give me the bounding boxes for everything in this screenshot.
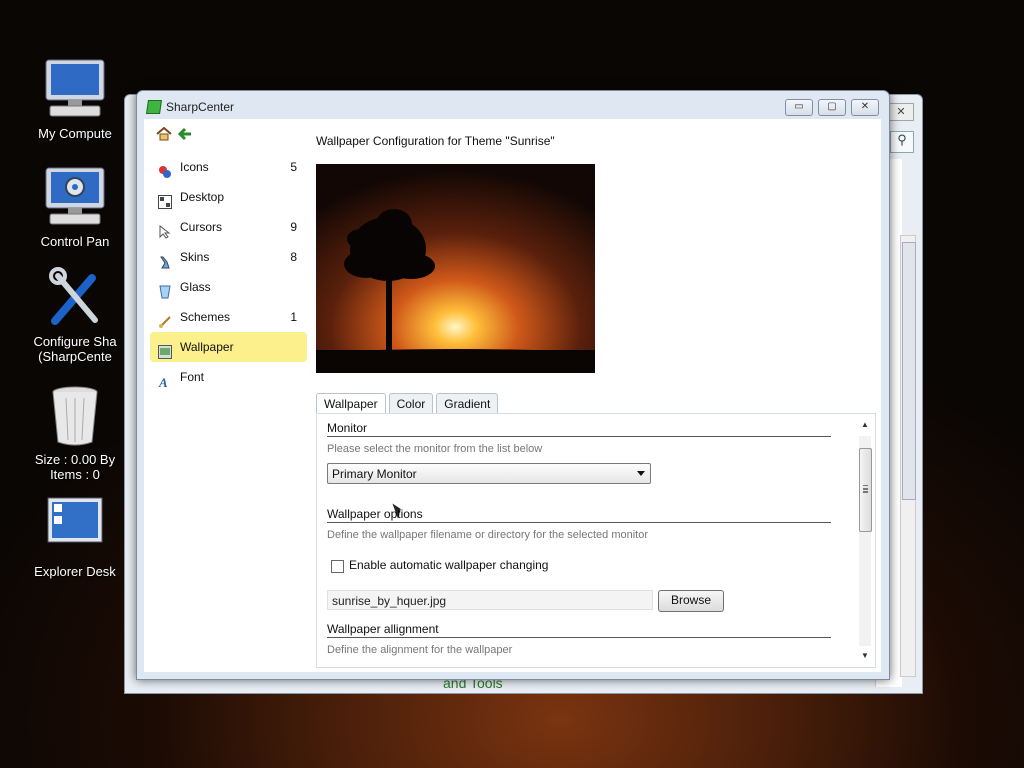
sidebar-item-skins[interactable]: Skins 8 (150, 242, 307, 272)
minimize-button[interactable]: ▭ (785, 99, 813, 116)
home-icon[interactable] (156, 126, 174, 143)
sidebar-item-label: Cursors (180, 220, 223, 234)
sharpcenter-app-icon (146, 100, 162, 114)
sidebar-item-label: Skins (180, 250, 210, 264)
monitor-section-desc: Please select the monitor from the list … (327, 443, 543, 455)
desktop-icon-recycle-bin[interactable]: Size : 0.00 By Items : 0 (20, 384, 130, 482)
font-icon: A (158, 370, 172, 390)
icons-icon (158, 160, 172, 178)
desktop-icon-explorer-desktop[interactable]: Explorer Desk (20, 496, 130, 579)
maximize-button[interactable]: ▢ (818, 99, 846, 116)
alignment-section-desc: Define the alignment for the wallpaper (327, 644, 513, 656)
auto-change-label[interactable]: Enable automatic wallpaper changing (349, 558, 548, 572)
glass-icon (158, 280, 172, 299)
desktop-icon (158, 190, 172, 209)
recycle-bin-icon (40, 384, 110, 448)
sidebar-item-icons[interactable]: Icons 5 (150, 152, 307, 182)
desktop-icon-configure-sharpcenter[interactable]: Configure Sha (SharpCente (20, 266, 130, 364)
chevron-down-icon (637, 471, 645, 476)
sidebar-item-label: Schemes (180, 310, 231, 324)
scrollbar-track[interactable] (859, 436, 872, 646)
desktop-icon-label-2: (SharpCente (38, 349, 112, 364)
background-scrollbar[interactable] (900, 235, 916, 677)
desktop-icon-label: Size : 0.00 By (34, 452, 116, 467)
sidebar-item-schemes[interactable]: Schemes 1 (150, 302, 307, 332)
monitor-select-value: Primary Monitor (332, 467, 417, 481)
monitor-select[interactable]: Primary Monitor (327, 463, 651, 484)
alignment-section-title: Wallpaper allignment (327, 622, 439, 636)
sidebar-item-glass[interactable]: Glass (150, 272, 307, 302)
search-icon[interactable]: ⚲ (890, 131, 914, 153)
title-bar[interactable]: SharpCenter ▭ ▢ ✕ (137, 91, 889, 121)
scroll-up-icon[interactable]: ▲ (861, 420, 869, 429)
section-divider (327, 436, 831, 437)
wallpaper-panel: Monitor Please select the monitor from t… (316, 413, 876, 668)
auto-change-checkbox[interactable] (331, 560, 344, 573)
wallpaper-icon (158, 340, 172, 359)
svg-text:A: A (158, 375, 168, 389)
panel-scrollbar[interactable]: ▲ ▼ (858, 420, 872, 660)
sidebar: Icons 5 Desktop Cursors 9 Skins 8 Glass (150, 152, 307, 392)
sidebar-item-label: Desktop (180, 190, 225, 204)
browse-button[interactable]: Browse (658, 590, 724, 612)
tab-color[interactable]: Color (388, 393, 434, 414)
scroll-down-icon[interactable]: ▼ (861, 651, 869, 660)
cursor-icon (158, 220, 172, 239)
tab-wallpaper[interactable]: Wallpaper (316, 393, 386, 415)
sidebar-item-desktop[interactable]: Desktop (150, 182, 307, 212)
page-title: Wallpaper Configuration for Theme "Sunri… (316, 134, 555, 148)
desktop-icon-my-computer[interactable]: My Compute (20, 58, 130, 141)
desktop-icon-label: Configure Sha (33, 334, 117, 349)
wallpaper-filename-field[interactable]: sunrise_by_hquer.jpg (327, 590, 653, 610)
sidebar-item-label: Icons (180, 160, 209, 174)
options-section-desc: Define the wallpaper filename or directo… (327, 529, 648, 541)
close-icon[interactable]: ✕ (888, 103, 914, 121)
tab-gradient[interactable]: Gradient (436, 393, 499, 414)
close-button[interactable]: ✕ (851, 99, 879, 116)
tools-icon (40, 266, 110, 330)
sidebar-item-label: Wallpaper (180, 340, 234, 354)
section-divider (327, 637, 831, 638)
desktop-icon-label: My Compute (38, 126, 112, 141)
desktop-icon-label: Control Pan (40, 234, 110, 249)
tab-bar: Wallpaper Color Gradient (316, 393, 501, 415)
sidebar-item-wallpaper[interactable]: Wallpaper (150, 332, 307, 362)
sidebar-nav (156, 126, 195, 144)
back-arrow-icon[interactable] (177, 127, 195, 143)
sidebar-item-count: 8 (290, 250, 297, 264)
sidebar-item-cursors[interactable]: Cursors 9 (150, 212, 307, 242)
desktop-icon-control-panel[interactable]: Control Pan (20, 166, 130, 249)
section-divider (327, 522, 831, 523)
desktop-icon-label: Explorer Desk (34, 564, 116, 579)
monitor-section-title: Monitor (327, 421, 368, 435)
explorer-desktop-icon (40, 496, 110, 560)
scrollbar-thumb[interactable] (902, 242, 916, 500)
sidebar-item-label: Font (180, 370, 205, 384)
window-client: Icons 5 Desktop Cursors 9 Skins 8 Glass (144, 119, 881, 672)
options-section-title: Wallpaper options (327, 507, 423, 521)
sidebar-item-count: 5 (290, 160, 297, 174)
skins-icon (158, 250, 172, 269)
control-panel-icon (40, 166, 110, 230)
sidebar-item-count: 9 (290, 220, 297, 234)
sidebar-item-count: 1 (290, 310, 297, 324)
window-title: SharpCenter (166, 100, 235, 114)
scrollbar-thumb[interactable] (859, 448, 872, 532)
brush-icon (158, 310, 172, 328)
computer-icon (40, 58, 110, 122)
sidebar-item-label: Glass (180, 280, 211, 294)
sharpcenter-window: SharpCenter ▭ ▢ ✕ Icons 5 Desktop Cursor… (136, 90, 890, 680)
sidebar-item-font[interactable]: A Font (150, 362, 307, 392)
desktop-icon-label-2: Items : 0 (50, 467, 100, 482)
wallpaper-preview (316, 164, 595, 373)
grip-icon (863, 485, 868, 487)
